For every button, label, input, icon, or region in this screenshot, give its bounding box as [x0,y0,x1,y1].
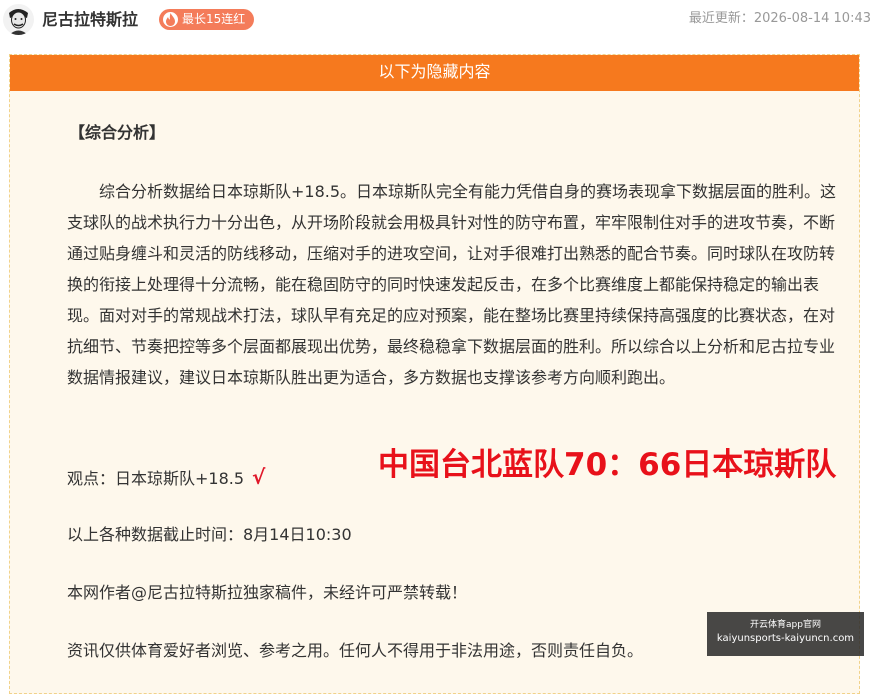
watermark-title: 开云体育app官网 [750,620,821,630]
author-avatar[interactable] [3,4,34,35]
article-content: 【综合分析】 综合分析数据给日本琼斯队+18.5。日本琼斯队完全有能力凭借自身的… [58,118,838,660]
disclaimer-text: 资讯仅供体育爱好者浏览、参考之用。任何人不得用于非法用途，否则责任自负。 [67,641,644,660]
copyright-note: 本网作者@尼古拉特斯拉独家稿件，未经许可严禁转载！ [67,583,468,602]
section-title: 【综合分析】 [69,123,166,142]
view-text: 观点：日本琼斯队+18.5 [67,469,245,488]
update-timestamp: 2026-08-14 10:43 [753,11,871,26]
streak-badge-label: 最长15连红 [182,12,246,26]
analysis-paragraph: 综合分析数据给日本琼斯队+18.5。日本琼斯队完全有能力凭借自身的赛场表现拿下数… [67,176,839,393]
hidden-content-banner: 以下为隐藏内容 [10,55,859,91]
update-label: 最近更新： [688,11,754,26]
final-score-overlay: 中国台北蓝队70：66日本琼斯队 [378,447,837,483]
analysis-text: 综合分析数据给日本琼斯队+18.5。日本琼斯队完全有能力凭借自身的赛场表现拿下数… [67,182,837,387]
streak-badge: 最长15连红 [159,9,255,30]
author-name[interactable]: 尼古拉特斯拉 [42,9,138,31]
check-mark-icon: √ [252,465,266,489]
flame-icon [163,12,178,27]
view-line: 观点：日本琼斯队+18.5 √ [67,462,265,494]
update-time: 最近更新：2026-08-14 10:43 [689,10,871,28]
watermark: 开云体育app官网 kaiyunsports-kaiyuncn.com [707,612,864,656]
article-header: 尼古拉特斯拉 最长15连红 最近更新：2026-08-14 10:43 [0,0,875,42]
watermark-url: kaiyunsports-kaiyuncn.com [716,633,855,644]
data-cutoff-time: 以上各种数据截止时间：8月14日10:30 [67,525,352,544]
